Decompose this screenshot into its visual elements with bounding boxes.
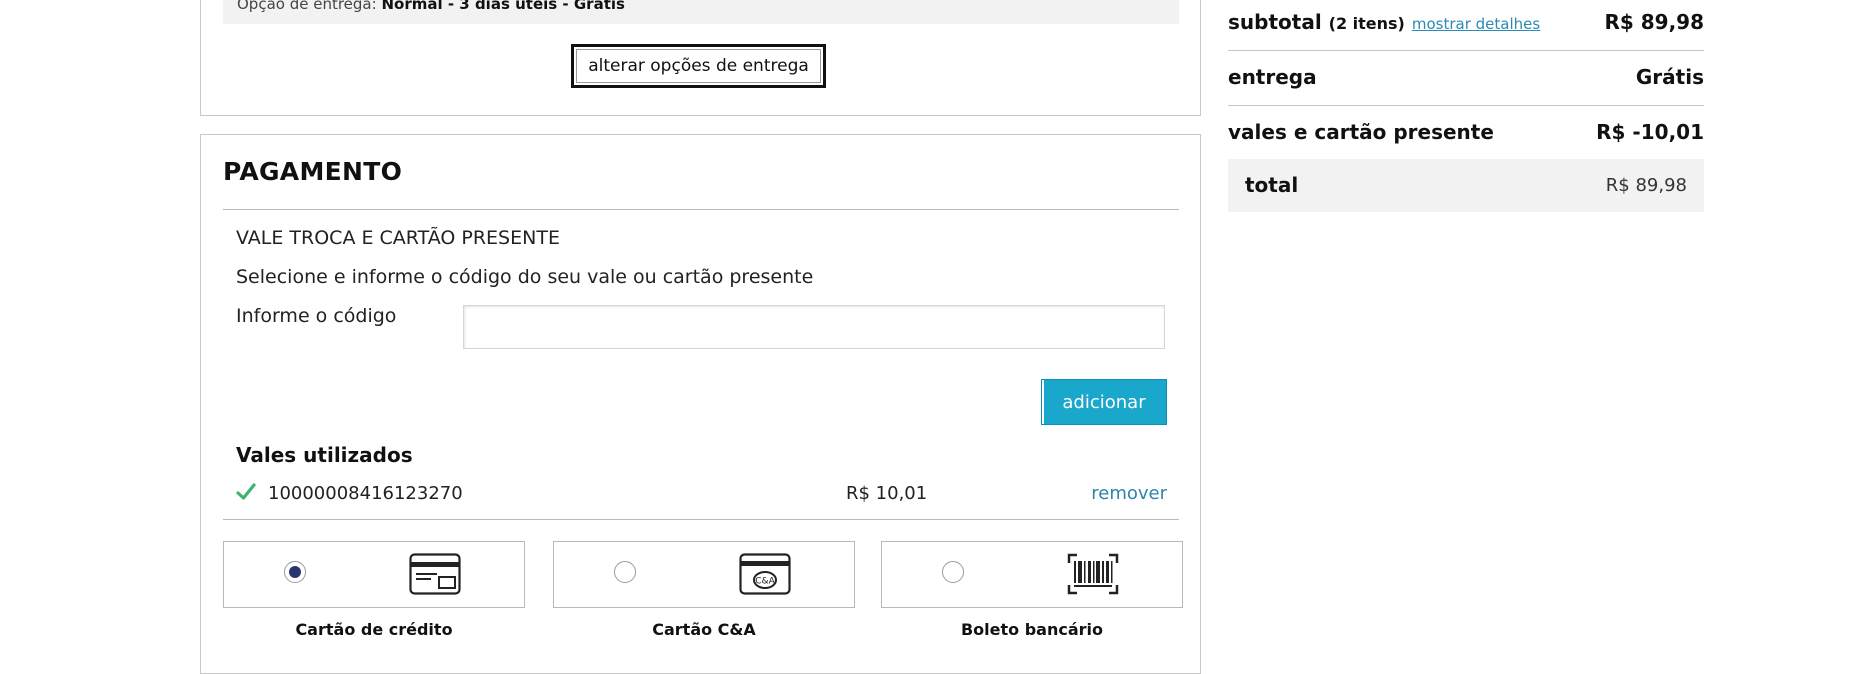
vouchers-divider xyxy=(223,519,1179,520)
check-icon xyxy=(236,483,256,500)
delivery-option-info: Opção de entrega: Normal - 3 dias úteis … xyxy=(223,0,1179,24)
total-label: total xyxy=(1245,173,1299,197)
delivery-option-label: Opção de entrega: xyxy=(237,0,377,13)
subtotal-item-count: (2 itens) xyxy=(1328,14,1405,33)
used-vouchers-title: Vales utilizados xyxy=(236,443,413,467)
show-details-link[interactable]: mostrar detalhes xyxy=(1412,15,1540,33)
credit-card-icon xyxy=(409,553,461,595)
voucher-description: Selecione e informe o código do seu vale… xyxy=(236,266,814,288)
total-row: total R$ 89,98 xyxy=(1228,159,1704,212)
subtotal-value: R$ 89,98 xyxy=(1604,10,1704,34)
voucher-code-input[interactable] xyxy=(463,305,1165,349)
subtotal-label-group: subtotal (2 itens) mostrar detalhes xyxy=(1228,10,1540,34)
ca-card-radio[interactable] xyxy=(614,561,636,583)
payment-option-credit-card[interactable] xyxy=(223,541,525,608)
remove-voucher-link[interactable]: remover xyxy=(1091,483,1167,504)
boleto-radio[interactable] xyxy=(942,561,964,583)
delivery-label: entrega xyxy=(1228,65,1317,89)
code-label: Informe o código xyxy=(236,305,397,327)
summary-divider xyxy=(1228,50,1704,51)
used-voucher-value: R$ 10,01 xyxy=(846,483,928,504)
boleto-label: Boleto bancário xyxy=(960,620,1104,639)
summary-divider xyxy=(1228,105,1704,106)
delivery-option-text: Opção de entrega: Normal - 3 dias úteis … xyxy=(237,0,625,13)
credit-card-radio[interactable] xyxy=(284,561,306,583)
vouchers-label: vales e cartão presente xyxy=(1228,120,1494,144)
ca-card-icon: C&A xyxy=(739,553,791,595)
vouchers-value: R$ -10,01 xyxy=(1596,120,1704,144)
subtotal-label: subtotal xyxy=(1228,10,1322,34)
delivery-section: Opção de entrega: Normal - 3 dias úteis … xyxy=(200,0,1201,116)
voucher-heading: VALE TROCA E CARTÃO PRESENTE xyxy=(236,227,560,249)
delivery-option-value: Normal - 3 dias úteis - Grátis xyxy=(381,0,625,13)
used-voucher-row: 10000008416123270 R$ 10,01 remover xyxy=(236,481,1179,507)
order-summary: subtotal (2 itens) mostrar detalhes R$ 8… xyxy=(1228,0,1704,220)
payment-option-boleto[interactable] xyxy=(881,541,1183,608)
payment-title: PAGAMENTO xyxy=(223,157,403,186)
change-delivery-options-button[interactable]: alterar opções de entrega xyxy=(571,44,826,88)
payment-title-divider xyxy=(223,209,1179,210)
used-voucher-code: 10000008416123270 xyxy=(268,483,463,504)
payment-section: PAGAMENTO VALE TROCA E CARTÃO PRESENTE S… xyxy=(200,134,1201,674)
ca-card-label: Cartão C&A xyxy=(652,620,756,639)
add-voucher-button[interactable]: adicionar xyxy=(1041,379,1167,425)
credit-card-label: Cartão de crédito xyxy=(295,620,453,639)
delivery-value: Grátis xyxy=(1635,65,1704,89)
barcode-icon xyxy=(1067,553,1119,595)
total-value: R$ 89,98 xyxy=(1605,175,1687,196)
svg-text:C&A: C&A xyxy=(755,577,775,587)
payment-option-ca-card[interactable]: C&A xyxy=(553,541,855,608)
